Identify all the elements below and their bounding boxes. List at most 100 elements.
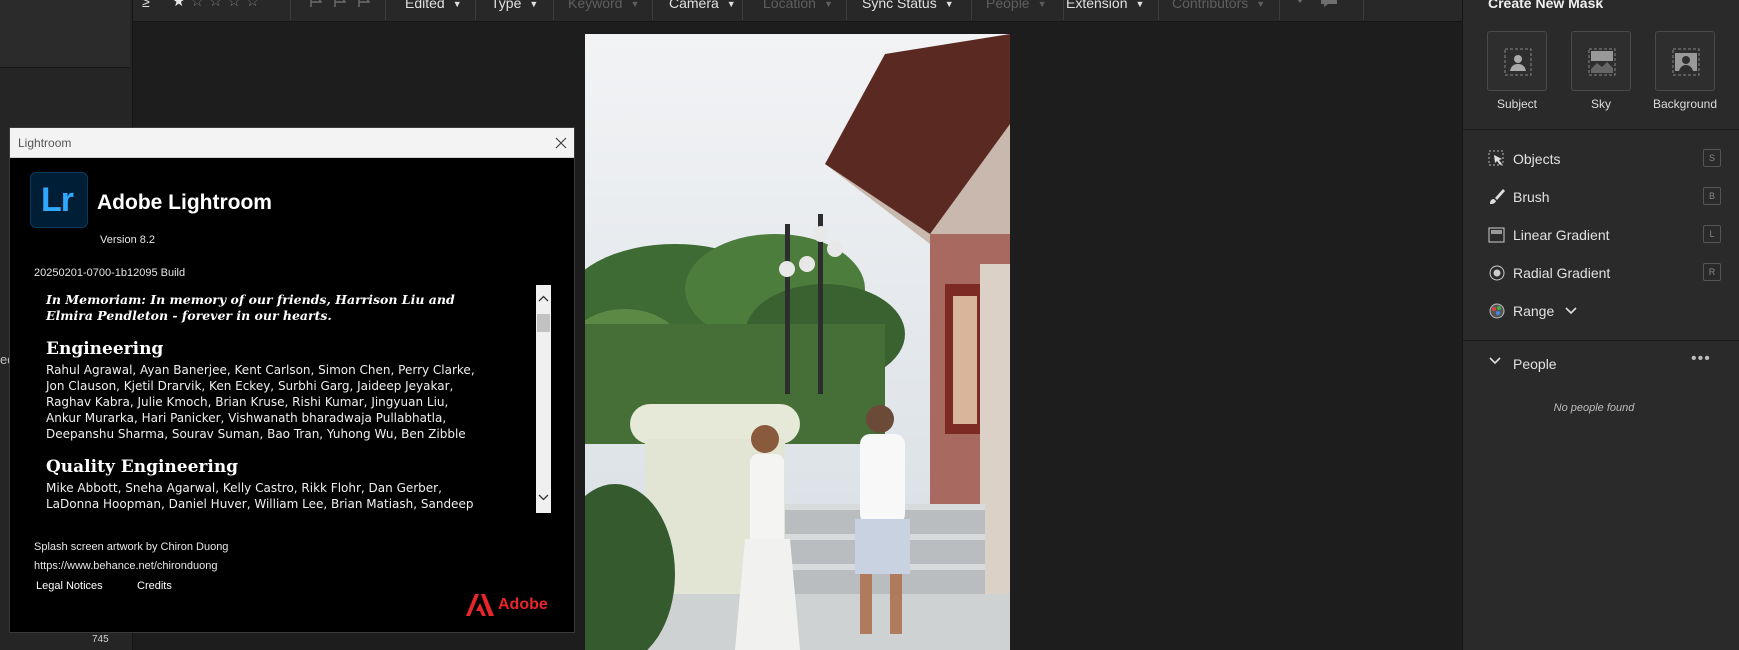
adobe-wordmark: Adobe	[498, 596, 548, 613]
separator	[1279, 0, 1280, 20]
sky-icon	[1588, 48, 1616, 76]
tool-label: Brush	[1513, 189, 1550, 205]
divider	[1463, 129, 1739, 130]
separator	[1063, 0, 1064, 20]
filter-camera[interactable]: Camera ▼	[669, 0, 736, 17]
people-section-header[interactable]: People •••	[1463, 350, 1739, 376]
filter-extra-icons[interactable]	[1293, 0, 1343, 16]
adobe-logo-icon	[466, 594, 494, 616]
range-icon	[1489, 303, 1505, 319]
no-people-text: No people found	[1553, 402, 1635, 414]
chevron-down-icon: ▼	[1256, 0, 1266, 9]
credits-names: Rahul Agrawal, Ayan Banerjee, Kent Carls…	[46, 363, 475, 441]
credits-scrollbar[interactable]	[536, 285, 551, 513]
filter-contributors[interactable]: Contributors ▼	[1172, 0, 1265, 17]
star-icon[interactable]: ★	[172, 0, 190, 10]
credits-heading: Engineering	[46, 339, 164, 359]
tool-label: Radial Gradient	[1513, 265, 1611, 281]
credits-link[interactable]: Credits	[137, 580, 172, 592]
legal-notices-link[interactable]: Legal Notices	[36, 580, 103, 592]
filter-location[interactable]: Location ▼	[763, 0, 833, 17]
filter-type[interactable]: Type ▼	[491, 0, 538, 17]
filter-label: Keyword	[568, 0, 623, 11]
radial-gradient-icon	[1489, 265, 1505, 281]
credits-heading: Quality Engineering	[46, 457, 239, 477]
tool-label: Objects	[1513, 151, 1561, 167]
chevron-down-icon[interactable]	[1565, 307, 1577, 315]
rating-stars[interactable]: ★☆☆☆☆	[172, 0, 264, 14]
logo-text: Lr	[41, 181, 74, 219]
filter-keyword[interactable]: Keyword ▼	[568, 0, 639, 17]
mask-sky-button[interactable]	[1571, 31, 1631, 91]
star-icon[interactable]: ☆	[246, 0, 264, 10]
app-version: Version 8.2	[100, 234, 156, 246]
separator	[971, 0, 972, 20]
tool-linear-gradient[interactable]: Linear Gradient L	[1463, 220, 1739, 250]
separator	[1158, 0, 1159, 20]
mask-background-button[interactable]	[1655, 31, 1715, 91]
filter-label: Location	[763, 0, 816, 11]
filter-sync-status[interactable]: Sync Status ▼	[862, 0, 954, 17]
filter-label: Camera	[669, 0, 719, 11]
star-icon[interactable]: ☆	[227, 0, 245, 10]
chevron-down-icon: ▼	[630, 0, 640, 9]
divider	[1463, 340, 1739, 341]
close-icon[interactable]	[553, 135, 569, 151]
chevron-down-icon: ▼	[529, 0, 539, 9]
artwork-url[interactable]: https://www.behance.net/chironduong	[34, 560, 217, 572]
tool-label: Range	[1513, 303, 1555, 319]
chevron-down-icon: ▼	[823, 0, 833, 9]
tool-objects[interactable]: Objects S	[1463, 144, 1739, 174]
filter-label: Extension	[1066, 0, 1128, 11]
mask-background-label: Background	[1652, 97, 1718, 111]
linear-gradient-icon	[1488, 227, 1505, 243]
star-icon[interactable]: ☆	[209, 0, 227, 10]
separator	[290, 0, 291, 20]
filter-extension[interactable]: Extension ▼	[1066, 0, 1144, 17]
dialog-title: Lightroom	[18, 136, 72, 150]
tool-label: Linear Gradient	[1513, 227, 1610, 243]
filter-label: Sync Status	[862, 0, 937, 11]
scroll-down-arrow-icon[interactable]	[537, 491, 550, 503]
star-icon[interactable]: ☆	[190, 0, 208, 10]
scroll-thumb[interactable]	[537, 314, 550, 332]
shortcut-key: R	[1703, 263, 1721, 281]
mask-sky-label: Sky	[1590, 97, 1611, 111]
subject-icon	[1504, 48, 1532, 76]
objects-icon	[1488, 150, 1504, 166]
separator	[846, 0, 847, 20]
separator	[742, 0, 743, 20]
scroll-up-arrow-icon[interactable]	[537, 293, 550, 305]
chevron-down-icon[interactable]	[1488, 354, 1502, 368]
filter-bar: ≥ ★☆☆☆☆ Edited ▼ Type ▼ Keyword ▼ Camera ▼ L…	[133, 0, 1462, 22]
flag-filter[interactable]	[309, 0, 377, 16]
separator	[652, 0, 653, 20]
dialog-titlebar[interactable]: Lightroom	[10, 128, 574, 158]
tool-range[interactable]: Range	[1463, 296, 1739, 326]
filter-people[interactable]: People ▼	[986, 0, 1047, 17]
tool-radial-gradient[interactable]: Radial Gradient R	[1463, 258, 1739, 288]
flag-icons[interactable]	[309, 0, 377, 8]
more-options-icon[interactable]: •••	[1691, 350, 1711, 368]
left-panel-header	[0, 0, 130, 68]
photo-preview[interactable]	[585, 34, 1010, 650]
separator	[1363, 0, 1364, 20]
chevron-down-icon: ▼	[1135, 0, 1145, 9]
masking-panel: Create New Mask Subject Sky Background O…	[1462, 0, 1739, 650]
photo-image	[585, 34, 1010, 650]
filter-edited[interactable]: Edited ▼	[405, 0, 462, 17]
photo-count: 745	[92, 634, 109, 645]
brush-icon	[1490, 189, 1505, 204]
credits-scroll-area[interactable]: In Memoriam: In memory of our friends, H…	[35, 285, 528, 513]
shortcut-key: B	[1703, 187, 1721, 205]
filter-icons[interactable]	[1293, 0, 1343, 8]
filter-label: Edited	[405, 0, 445, 11]
about-dialog: Lightroom Lr Adobe Lightroom Version 8.2…	[9, 127, 575, 633]
tool-brush[interactable]: Brush B	[1463, 182, 1739, 212]
chevron-down-icon: ▼	[452, 0, 462, 9]
rating-operator[interactable]: ≥	[142, 0, 150, 16]
mask-subject-button[interactable]	[1487, 31, 1547, 91]
people-label: People	[1513, 356, 1557, 372]
filter-label: Type	[491, 0, 522, 11]
filter-label: People	[986, 0, 1030, 11]
